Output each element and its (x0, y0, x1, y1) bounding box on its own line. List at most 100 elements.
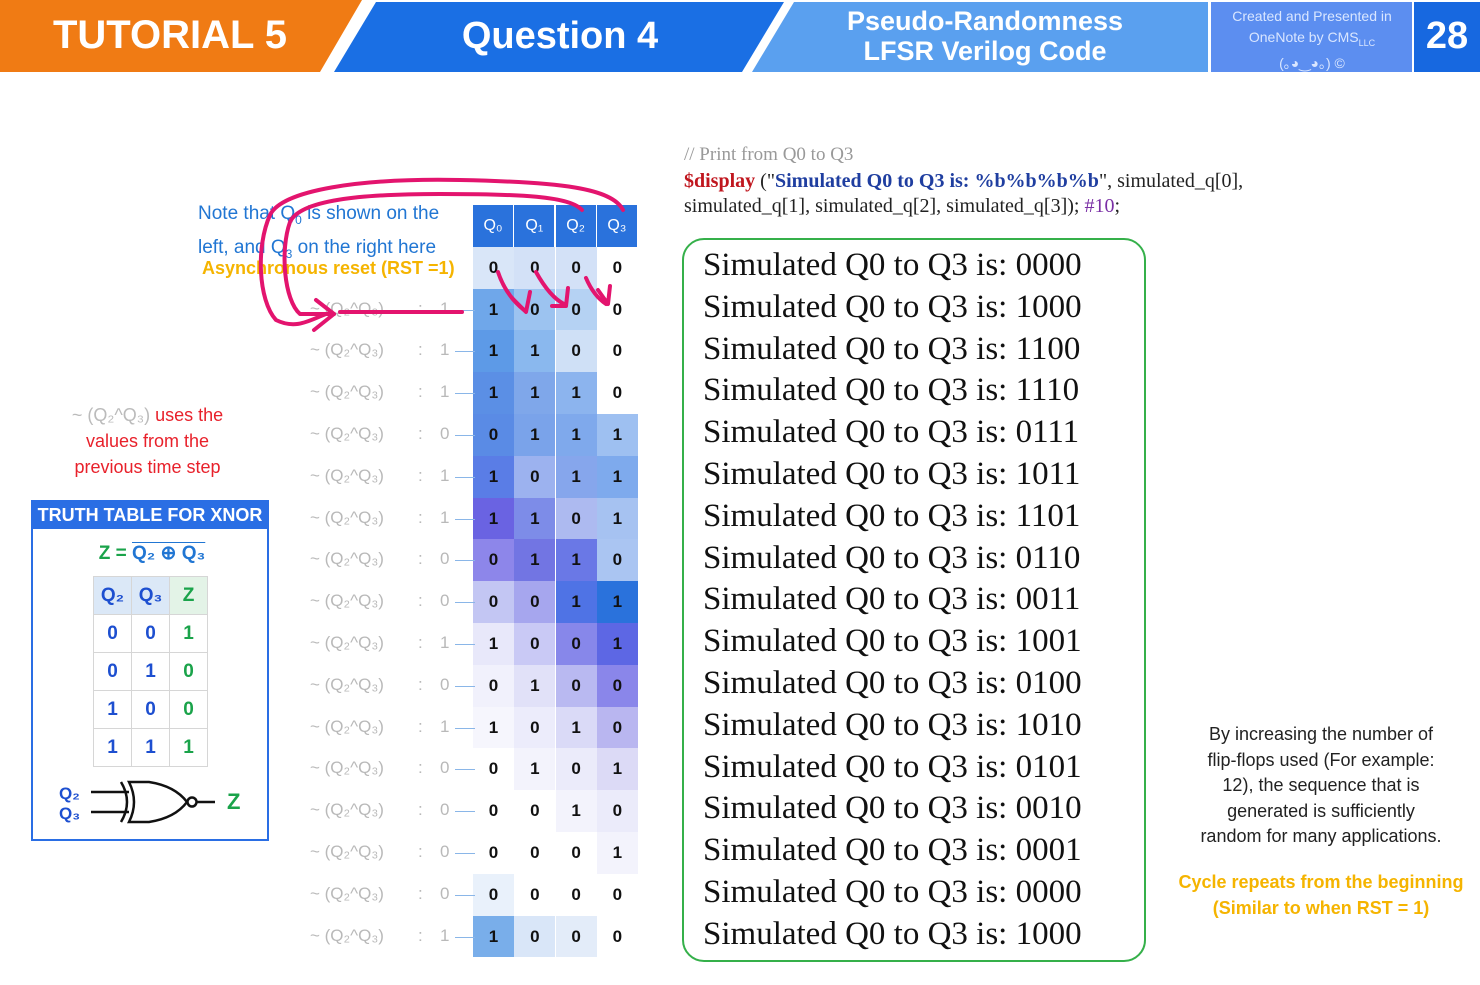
delay-value: #10 (1084, 195, 1115, 217)
lfsr-cell: 1 (555, 455, 597, 498)
lfsr-cell: 1 (473, 915, 514, 958)
output-line: Simulated Q0 to Q3 is: 0110 (703, 539, 1081, 576)
lfsr-cell: 0 (514, 790, 556, 832)
lfsr-cell: 1 (555, 414, 597, 456)
lfsr-header-q0: Q₀ (473, 205, 514, 247)
lfsr-cell: 0 (514, 873, 556, 916)
feedback-arrow (455, 769, 475, 771)
lfsr-cell: 1 (596, 455, 638, 498)
feedback-value: 0 (440, 549, 450, 569)
feedback-arrow (455, 351, 475, 353)
lfsr-cell: 0 (473, 539, 514, 582)
format-string: Simulated Q0 to Q3 is: %b%b%b%b (774, 170, 1099, 192)
feedback-value: 1 (440, 465, 450, 485)
xnor-gate-icon (91, 780, 215, 824)
gate-input-q2: Q₂ (59, 784, 80, 803)
feedback-value: 0 (440, 800, 450, 820)
lfsr-cell: 1 (473, 330, 514, 373)
lfsr-cell: 0 (473, 748, 514, 791)
lfsr-cell: 1 (473, 706, 514, 749)
lfsr-cell: 0 (473, 414, 514, 456)
credit-line-3: (｡◕‿◕｡) © (1279, 54, 1345, 71)
question-label: Question 4 (461, 15, 659, 57)
feedback-value: 1 (440, 507, 450, 527)
lfsr-cell: 0 (514, 832, 556, 874)
lfsr-cell: 0 (473, 581, 514, 623)
feedback-value: 0 (440, 758, 450, 778)
lfsr-cell: 1 (514, 748, 556, 791)
lfsr-cell: 1 (596, 623, 638, 665)
feedback-value: 1 (440, 382, 450, 402)
lfsr-cell: 0 (596, 288, 638, 331)
tt-cell: 0 (131, 690, 170, 729)
output-line: Simulated Q0 to Q3 is: 0100 (703, 665, 1082, 701)
credit-line-1: Created and Presented in (1232, 8, 1392, 24)
xnor-equation: Z = Q₂ ⊕ Q₃ (98, 543, 206, 564)
lfsr-cell: 0 (555, 497, 597, 540)
output-line: Simulated Q0 to Q3 is: 1100 (703, 330, 1081, 367)
lfsr-cell: 0 (596, 330, 638, 373)
output-line: Simulated Q0 to Q3 is: 0011 (703, 581, 1081, 618)
credit-line-2: OneNote by CMSLLC (1248, 28, 1376, 48)
lfsr-cell: 1 (514, 539, 556, 582)
lfsr-cell: 0 (555, 330, 597, 373)
lfsr-cell: 0 (596, 790, 638, 832)
lfsr-cell: 0 (514, 706, 556, 749)
lfsr-cell: 1 (514, 664, 556, 707)
lfsr-cell: 1 (596, 497, 638, 540)
feedback-arrow (455, 602, 475, 604)
lfsr-cell: 0 (555, 748, 597, 791)
topic-title: Pseudo-Randomness LFSR Verilog Code (780, 6, 1190, 66)
lfsr-cell: 1 (596, 581, 638, 623)
lfsr-cell: 0 (514, 246, 556, 289)
async-reset-label: Asynchronous reset (RST =1) (202, 258, 455, 278)
lfsr-cell: 1 (514, 372, 556, 414)
feedback-arrow (455, 476, 475, 478)
tt-header-z: Z (169, 576, 208, 615)
tt-cell: 1 (93, 690, 132, 729)
output-line: Simulated Q0 to Q3 is: 0001 (703, 832, 1082, 869)
lfsr-cell: 0 (555, 246, 597, 289)
lfsr-cell: 1 (473, 497, 514, 540)
tt-cell: 0 (169, 690, 208, 729)
tt-cell: 1 (131, 728, 170, 767)
tt-cell: 1 (169, 728, 208, 767)
lfsr-cell: 0 (596, 915, 638, 958)
lfsr-cell: 0 (473, 246, 514, 289)
xnor-note: ~ (Q₂^Q₃) uses the values from the previ… (71, 405, 224, 477)
feedback-arrow (455, 727, 475, 729)
slide: { "header": { "tutorial": "TUTORIAL 5", … (0, 0, 1480, 985)
lfsr-cell: 1 (473, 455, 514, 498)
lfsr-cell: 0 (514, 915, 556, 958)
tt-cell: 0 (169, 652, 208, 691)
feedback-value: 1 (440, 925, 450, 945)
lfsr-cell: 0 (555, 873, 597, 916)
lfsr-cell: 0 (555, 915, 597, 958)
lfsr-cell: 0 (473, 832, 514, 874)
lfsr-cell: 0 (514, 623, 556, 665)
truth-table-title: TRUTH TABLE FOR XNOR (33, 502, 267, 529)
topic-line-1: Pseudo-Randomness (846, 6, 1124, 36)
gate-input-q3: Q₃ (59, 804, 81, 823)
output-line: Simulated Q0 to Q3 is: 1001 (703, 623, 1082, 660)
tt-header-q2: Q₂ (93, 576, 132, 615)
feedback-arrow (455, 560, 475, 562)
feedback-value: 0 (440, 674, 450, 694)
feedback-arrow (455, 435, 475, 436)
lfsr-cell: 0 (596, 664, 638, 707)
topic-line-2: LFSR Verilog Code (863, 36, 1107, 66)
feedback-arrow (455, 518, 475, 520)
feedback-arrow (455, 685, 475, 687)
tt-cell: 0 (131, 614, 170, 653)
cycle-repeat-note: Cycle repeats from the beginning (Simila… (1178, 872, 1464, 918)
lfsr-cell: 1 (514, 330, 556, 373)
lfsr-cell: 0 (596, 539, 638, 582)
lfsr-header-q2: Q₂ (555, 205, 597, 247)
lfsr-cell: 1 (596, 748, 638, 791)
output-line: Simulated Q0 to Q3 is: 0000 (703, 874, 1082, 910)
feedback-arrow (455, 936, 475, 938)
lfsr-cell: 0 (555, 288, 597, 331)
feedback-arrow (455, 894, 475, 896)
output-line: Simulated Q0 to Q3 is: 0000 (703, 247, 1082, 283)
output-line: Simulated Q0 to Q3 is: 0101 (703, 748, 1082, 785)
